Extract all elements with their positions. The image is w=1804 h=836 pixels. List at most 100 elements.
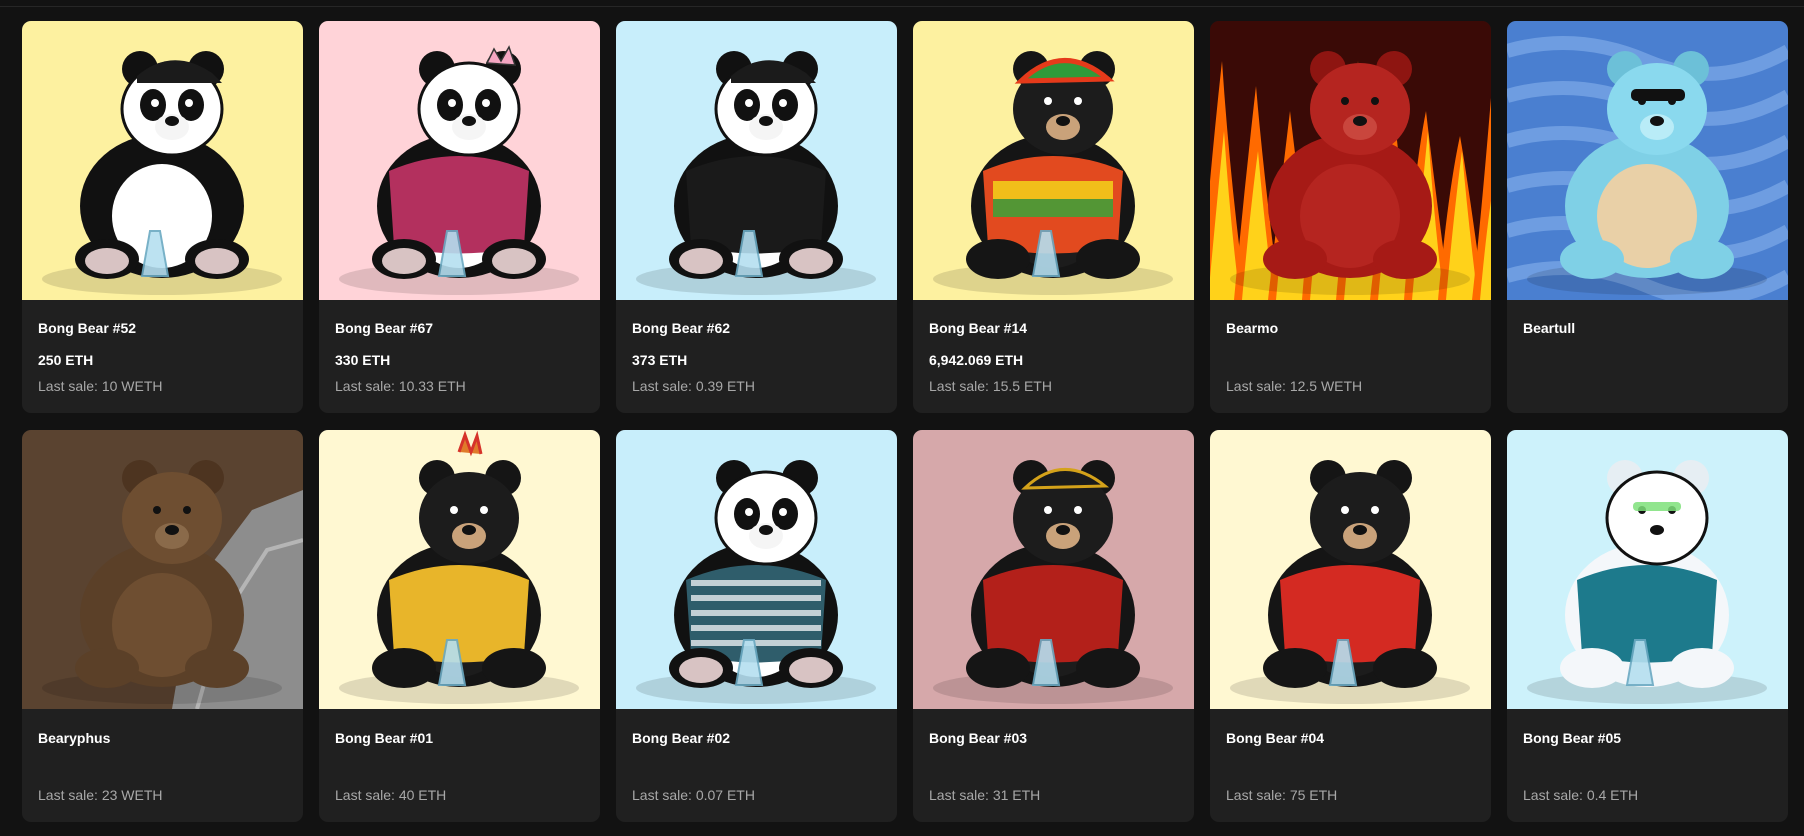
nft-name: Bong Bear #05 xyxy=(1523,730,1622,746)
nft-card[interactable]: Bong Bear #05 Last sale: 0.4 ETH xyxy=(1507,430,1788,822)
foot-pad xyxy=(85,248,129,274)
nft-last-sale: Last sale: 0.4 ETH xyxy=(1523,787,1639,803)
nft-last-sale: Last sale: 40 ETH xyxy=(335,787,447,803)
nft-image[interactable] xyxy=(319,21,600,300)
bear-nose xyxy=(1056,525,1070,535)
nft-image[interactable] xyxy=(1210,430,1491,709)
nft-card[interactable]: Bong Bear #62 373 ETH Last sale: 0.39 ET… xyxy=(616,21,897,413)
foot-pad xyxy=(789,657,833,683)
bear-foot-right xyxy=(1076,648,1140,688)
nft-image[interactable] xyxy=(1507,21,1788,300)
eye-right xyxy=(480,506,488,514)
bear-foot-left xyxy=(372,648,436,688)
bear-nose xyxy=(759,525,773,535)
nft-card[interactable]: Beartull xyxy=(1507,21,1788,413)
goggles xyxy=(1633,502,1681,511)
bear-nose xyxy=(165,525,179,535)
bear-nose xyxy=(1650,525,1664,535)
bear-nose xyxy=(1650,116,1664,126)
eye-right xyxy=(1371,97,1379,105)
bear-illustration xyxy=(616,21,897,300)
nft-image[interactable] xyxy=(616,430,897,709)
eye-right xyxy=(1074,506,1082,514)
nft-name: Bong Bear #52 xyxy=(38,320,137,336)
bear-illustration xyxy=(1507,430,1788,709)
bear-foot-left xyxy=(966,239,1030,279)
nft-card[interactable]: Bong Bear #01 Last sale: 40 ETH xyxy=(319,430,600,822)
bear-foot-right xyxy=(1076,239,1140,279)
eye-right xyxy=(185,99,193,107)
nft-card[interactable]: Bong Bear #04 Last sale: 75 ETH xyxy=(1210,430,1491,822)
nft-card[interactable]: Bong Bear #03 Last sale: 31 ETH xyxy=(913,430,1194,822)
bear-head xyxy=(419,472,519,564)
foot-pad xyxy=(679,248,723,274)
nft-name: Bearyphus xyxy=(38,730,111,746)
shirt-stripe xyxy=(691,640,821,646)
foot-pad xyxy=(382,248,426,274)
nft-name: Bong Bear #01 xyxy=(335,730,434,746)
nft-image[interactable] xyxy=(913,430,1194,709)
eye-right xyxy=(779,99,787,107)
eye-right xyxy=(482,99,490,107)
nft-image[interactable] xyxy=(616,21,897,300)
nft-card[interactable]: Bong Bear #14 6,942.069 ETH Last sale: 1… xyxy=(913,21,1194,413)
nft-name: Bong Bear #62 xyxy=(632,320,731,336)
eye-left xyxy=(745,99,753,107)
nft-card[interactable]: Bearmo Last sale: 12.5 WETH xyxy=(1210,21,1491,413)
bear-head xyxy=(1310,472,1410,564)
bear-nose xyxy=(1353,116,1367,126)
eye-left xyxy=(450,506,458,514)
nft-price: 373 ETH xyxy=(632,352,688,368)
nft-last-sale: Last sale: 75 ETH xyxy=(1226,787,1338,803)
nft-image[interactable] xyxy=(319,430,600,709)
eye-left xyxy=(1044,506,1052,514)
nft-card[interactable]: Bong Bear #02 Last sale: 0.07 ETH xyxy=(616,430,897,822)
nft-name: Bong Bear #14 xyxy=(929,320,1028,336)
foot-pad xyxy=(789,248,833,274)
eye-left xyxy=(1341,506,1349,514)
nft-price: 6,942.069 ETH xyxy=(929,352,1024,368)
bear-nose xyxy=(1353,525,1367,535)
bear-foot-right xyxy=(1373,239,1437,279)
eye-right xyxy=(1371,506,1379,514)
nft-name: Bong Bear #03 xyxy=(929,730,1028,746)
nft-name: Bong Bear #67 xyxy=(335,320,434,336)
eye-left xyxy=(153,506,161,514)
eye-left xyxy=(151,99,159,107)
bear-foot-left xyxy=(1560,239,1624,279)
nft-image[interactable] xyxy=(22,430,303,709)
nft-card[interactable]: Bearyphus Last sale: 23 WETH xyxy=(22,430,303,822)
nft-card[interactable]: Bong Bear #67 330 ETH Last sale: 10.33 E… xyxy=(319,21,600,413)
shirt-stripe xyxy=(993,181,1113,199)
bear-head xyxy=(1605,470,1709,566)
nft-last-sale: Last sale: 23 WETH xyxy=(38,787,163,803)
bear-head xyxy=(417,61,521,157)
nft-image[interactable] xyxy=(913,21,1194,300)
nft-image[interactable] xyxy=(1210,21,1491,300)
eye-right xyxy=(779,508,787,516)
nft-last-sale: Last sale: 0.39 ETH xyxy=(632,378,755,394)
nft-image[interactable] xyxy=(1507,430,1788,709)
bear-illustration xyxy=(319,430,600,709)
nft-grid: Bong Bear #52 250 ETH Last sale: 10 WETH… xyxy=(22,21,1788,822)
bear-illustration xyxy=(22,21,303,300)
bear-illustration xyxy=(913,21,1194,300)
eye-left xyxy=(745,508,753,516)
bear-head xyxy=(1607,63,1707,155)
shirt-stripe xyxy=(691,610,821,616)
nft-name: Beartull xyxy=(1523,320,1576,336)
bear-nose xyxy=(462,116,476,126)
nft-last-sale: Last sale: 15.5 ETH xyxy=(929,378,1052,394)
bear-head xyxy=(714,470,818,566)
sunglasses xyxy=(1631,89,1685,101)
bear-foot-left xyxy=(1263,648,1327,688)
foot-pad xyxy=(195,248,239,274)
bear-foot-right xyxy=(1373,648,1437,688)
bear-nose xyxy=(759,116,773,126)
foot-pad xyxy=(679,657,723,683)
nft-last-sale: Last sale: 10.33 ETH xyxy=(335,378,466,394)
nft-card[interactable]: Bong Bear #52 250 ETH Last sale: 10 WETH xyxy=(22,21,303,413)
bear-nose xyxy=(1056,116,1070,126)
bear-illustration xyxy=(913,430,1194,709)
nft-image[interactable] xyxy=(22,21,303,300)
